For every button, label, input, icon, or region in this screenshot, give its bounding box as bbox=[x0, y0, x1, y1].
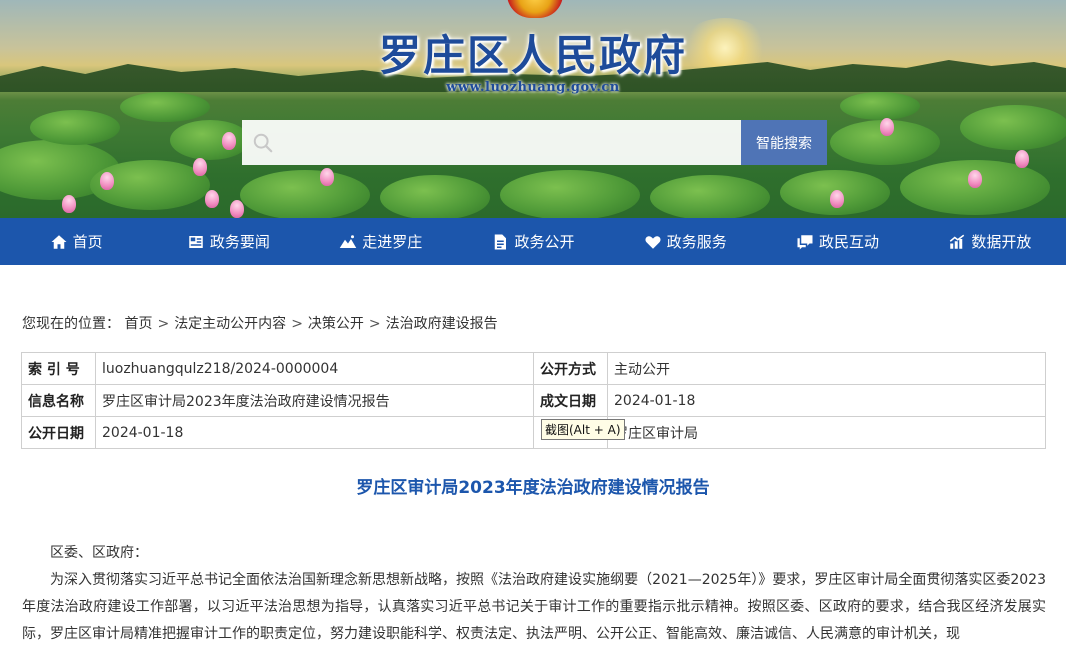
lotus-leaf bbox=[960, 105, 1066, 150]
nav-item-news[interactable]: 政务要闻 bbox=[152, 218, 304, 265]
open-mode-value: 主动公开 bbox=[607, 352, 1046, 385]
lotus-flower bbox=[100, 172, 114, 190]
nav-item-interaction[interactable]: 政民互动 bbox=[761, 218, 913, 265]
nav-label: 数据开放 bbox=[971, 233, 1032, 251]
breadcrumb-separator: > bbox=[291, 316, 303, 332]
banner: 罗庄区人民政府 www.luozhuang.gov.cn 智能搜索 bbox=[0, 0, 1066, 218]
lotus-flower bbox=[222, 132, 236, 150]
search-icon bbox=[253, 133, 273, 152]
doc-date-label: 成文日期 bbox=[533, 384, 608, 417]
doc-date-value: 2024-01-18 bbox=[607, 384, 1046, 417]
nav-item-gov-open[interactable]: 政务公开 bbox=[457, 218, 609, 265]
breadcrumb-separator: > bbox=[368, 316, 381, 332]
nav-label: 政务要闻 bbox=[209, 233, 270, 251]
document-info-table: 索 引 号 luozhuangqulz218/2024-0000004 公开方式… bbox=[21, 352, 1046, 449]
lotus-flower bbox=[205, 190, 219, 208]
lotus-flower bbox=[230, 200, 244, 218]
article-salutation: 区委、区政府： bbox=[50, 545, 148, 561]
search-input[interactable] bbox=[274, 120, 741, 165]
nav-label: 政务服务 bbox=[666, 233, 727, 251]
news-icon bbox=[189, 235, 203, 248]
breadcrumb-link-decision[interactable]: 决策公开 bbox=[308, 316, 364, 332]
nav-label: 首页 bbox=[72, 233, 103, 251]
smart-search-button[interactable]: 智能搜索 bbox=[741, 120, 827, 165]
national-emblem-icon bbox=[507, 0, 563, 18]
landscape-icon bbox=[339, 234, 357, 248]
lotus-flower bbox=[62, 195, 76, 213]
lotus-leaf bbox=[650, 175, 770, 218]
lotus-flower bbox=[193, 158, 207, 176]
breadcrumb-link-statutory[interactable]: 法定主动公开内容 bbox=[174, 316, 286, 332]
breadcrumb-link-home[interactable]: 首页 bbox=[124, 316, 152, 332]
nav-item-services[interactable]: 政务服务 bbox=[609, 218, 761, 265]
lotus-leaf bbox=[170, 120, 250, 160]
table-row: 公开日期 2024-01-18 罗庄区审计局 bbox=[21, 416, 1046, 449]
nav-item-home[interactable]: 首页 bbox=[0, 218, 152, 265]
article-body: 区委、区政府： 为深入贯彻落实习近平总书记全面依法治国新理念新思想新战略，按照《… bbox=[22, 540, 1046, 648]
nav-label: 政务公开 bbox=[514, 233, 575, 251]
open-mode-label: 公开方式 bbox=[533, 352, 608, 385]
lotus-leaf bbox=[500, 170, 640, 218]
chart-icon bbox=[950, 234, 965, 249]
lotus-leaf bbox=[30, 110, 120, 145]
lotus-flower bbox=[968, 170, 982, 188]
site-url: www.luozhuang.gov.cn bbox=[446, 80, 620, 95]
table-row: 索 引 号 luozhuangqulz218/2024-0000004 公开方式… bbox=[21, 352, 1046, 385]
article-paragraph: 为深入贯彻落实习近平总书记全面依法治国新理念新思想新战略，按照《法治政府建设实施… bbox=[22, 572, 1046, 642]
home-icon bbox=[51, 234, 67, 249]
breadcrumb-prefix: 您现在的位置： bbox=[22, 316, 120, 332]
breadcrumb-link-report[interactable]: 法治政府建设报告 bbox=[386, 316, 498, 332]
index-value: luozhuangqulz218/2024-0000004 bbox=[95, 352, 534, 385]
heart-icon bbox=[645, 235, 661, 249]
lotus-leaf bbox=[120, 92, 210, 122]
publisher-value: 罗庄区审计局 bbox=[607, 416, 1046, 449]
nav-item-about[interactable]: 走进罗庄 bbox=[305, 218, 457, 265]
lotus-leaf bbox=[840, 92, 920, 120]
pub-date-label: 公开日期 bbox=[21, 416, 96, 449]
document-icon bbox=[495, 234, 507, 249]
chat-icon bbox=[797, 234, 813, 249]
lotus-flower bbox=[320, 168, 334, 186]
lotus-flower bbox=[880, 118, 894, 136]
site-title: 罗庄区人民政府 bbox=[378, 31, 687, 80]
lotus-flower bbox=[1015, 150, 1029, 168]
nav-label: 走进罗庄 bbox=[362, 233, 423, 251]
lotus-leaf bbox=[380, 175, 490, 218]
lotus-flower bbox=[830, 190, 844, 208]
screenshot-tooltip: 截图(Alt + A) bbox=[541, 419, 625, 440]
info-name-label: 信息名称 bbox=[21, 384, 96, 417]
index-label: 索 引 号 bbox=[21, 352, 96, 385]
table-row: 信息名称 罗庄区审计局2023年度法治政府建设情况报告 成文日期 2024-01… bbox=[21, 384, 1046, 417]
pub-date-value: 2024-01-18 bbox=[95, 416, 534, 449]
search-bar bbox=[242, 120, 741, 165]
main-nav: 首页 政务要闻 走进罗庄 政务公开 政务服务 政民互动 数据开放 bbox=[0, 218, 1066, 265]
nav-label: 政民互动 bbox=[819, 233, 880, 251]
breadcrumb: 您现在的位置： 首页 > 法定主动公开内容 > 决策公开 > 法治政府建设报告 bbox=[22, 313, 498, 333]
nav-item-open-data[interactable]: 数据开放 bbox=[914, 218, 1066, 265]
article-title: 罗庄区审计局2023年度法治政府建设情况报告 bbox=[356, 478, 710, 498]
info-name-value: 罗庄区审计局2023年度法治政府建设情况报告 bbox=[95, 384, 534, 417]
breadcrumb-separator: > bbox=[157, 316, 170, 332]
lotus-leaf bbox=[240, 170, 370, 218]
